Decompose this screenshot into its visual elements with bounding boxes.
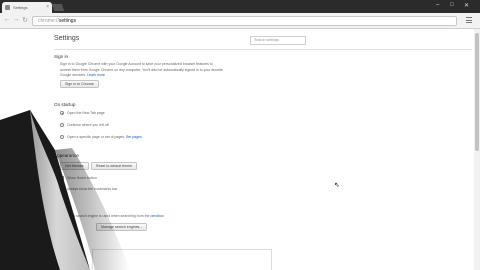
page-curl-graphic bbox=[0, 110, 130, 270]
